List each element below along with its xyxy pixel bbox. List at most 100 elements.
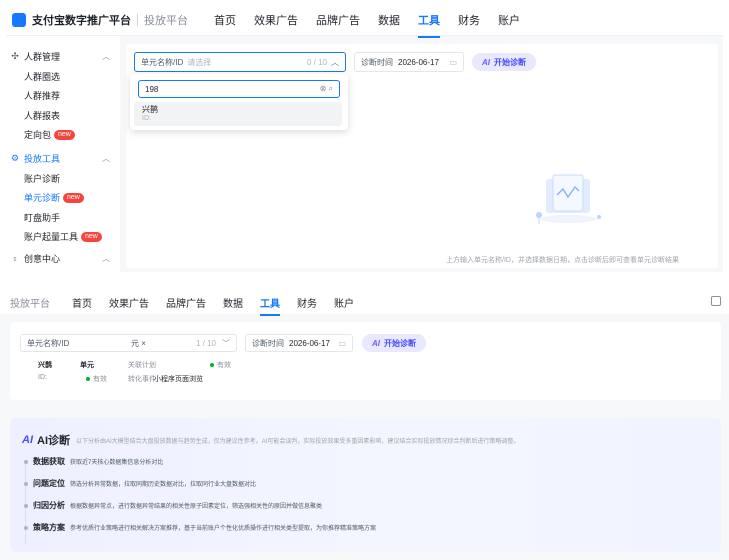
nav-home[interactable]: 首页 xyxy=(72,295,92,310)
step-name: 问题定位 xyxy=(33,479,65,488)
calendar-icon: ▭ xyxy=(338,338,346,348)
new-badge: new xyxy=(63,192,84,203)
diagnosis-panel: 单元名称/ID 请选择 0 / 10 ︿ 诊断时间 2026-06-17 ▭ A… xyxy=(126,44,718,268)
chevron-up-icon: ︿ xyxy=(331,57,339,67)
step-bullet-icon xyxy=(24,525,28,530)
sidebar-group-label: 投放工具 xyxy=(24,154,61,164)
nav-brand-ads[interactable]: 品牌广告 xyxy=(166,295,206,310)
new-badge: new xyxy=(54,129,75,140)
option-name: 兴鹊 xyxy=(142,105,158,114)
dropdown-option[interactable]: 兴鹊 ID: xyxy=(134,102,342,126)
chevron-up-icon: ︿ xyxy=(102,254,110,263)
unit-select[interactable]: 单元名称/ID 请选择 0 / 10 ︿ xyxy=(134,52,346,72)
nav-finance[interactable]: 财务 xyxy=(297,295,317,310)
empty-state-hint: 上方输入单元名称/ID，并选择数据日期，点击诊断后即可查看单元诊断结果 xyxy=(446,257,679,264)
message-icon[interactable] xyxy=(711,296,721,306)
unit-name: 兴鹊 xyxy=(38,362,52,369)
tools-icon: ⚙ xyxy=(10,153,20,163)
sidebar-group-creative[interactable]: ♀ 创意中心 ︿ xyxy=(10,252,110,265)
empty-state-illustration-icon xyxy=(536,174,601,224)
unit-select[interactable]: 单元名称/ID 元 × 1 / 10 ﹀ xyxy=(20,334,237,352)
sidebar-item-audience-select[interactable]: 人群圈选 xyxy=(24,70,60,83)
step-name: 数据获取 xyxy=(33,457,65,466)
sidebar-group-audience[interactable]: ✣ 人群管理 ︿ xyxy=(10,50,110,63)
sidebar-item-label: 定向包 xyxy=(24,130,52,140)
unit-select-placeholder: 请选择 xyxy=(187,57,212,67)
nav-account[interactable]: 账户 xyxy=(334,295,354,310)
nav-tools[interactable]: 工具 xyxy=(418,12,440,38)
sidebar-item-targeting-pack[interactable]: 定向包 new xyxy=(24,128,75,141)
step-name: 策略方案 xyxy=(33,523,65,532)
sidebar-item-label: 账户起量工具 xyxy=(24,232,79,242)
chevron-up-icon: ︿ xyxy=(102,154,110,163)
selected-unit-tag[interactable]: 元 × xyxy=(131,338,146,349)
ai-step: 策略方案 参考优质行业策略进行相关解决方案推荐，基于当前账户个性化优质操作进行相… xyxy=(24,522,376,533)
chevron-up-icon: ︿ xyxy=(102,52,110,61)
unit-dropdown: 198 ⊗ ⌕ 兴鹊 ID: xyxy=(130,74,348,130)
step-bullet-icon xyxy=(24,481,28,486)
new-badge: new xyxy=(81,231,102,242)
unit-id: ID: xyxy=(38,374,47,381)
step-name: 归因分析 xyxy=(33,501,65,510)
sidebar-item-label: 单元诊断 xyxy=(24,193,61,203)
conversion-value: 小程序页面浏览 xyxy=(154,376,203,383)
sidebar-item-label: 盯盘助手 xyxy=(24,213,61,223)
nav-finance[interactable]: 财务 xyxy=(458,12,480,28)
sidebar-item-audience-recommend[interactable]: 人群推荐 xyxy=(24,89,60,102)
sidebar-item-label: 人群报表 xyxy=(24,111,61,121)
step-desc: 筛选分析异常数据，拉取同期历史数据对比，拉取同行业大盘数据对比 xyxy=(70,482,257,488)
diagnosis-panel: 单元名称/ID 元 × 1 / 10 ﹀ 诊断时间 2026-06-17 ▭ A… xyxy=(10,322,721,400)
nav-account[interactable]: 账户 xyxy=(498,12,520,28)
sidebar-group-tools[interactable]: ⚙ 投放工具 ︿ xyxy=(10,152,110,165)
conversion-label: 转化事件 xyxy=(128,376,156,383)
dropdown-search-input[interactable]: 198 ⊗ ⌕ xyxy=(138,80,340,98)
sidebar-item-unit-diagnosis[interactable]: 单元诊断 new xyxy=(24,191,84,204)
brand-logo-icon xyxy=(12,12,26,27)
start-diagnosis-label: 开始诊断 xyxy=(494,57,526,67)
ai-diagnosis-desc: 以下分析由AI大模型结合大盘投放数据与趋势生成，仅为建议性参考。AI可能会误判，… xyxy=(76,439,520,445)
audience-icon: ✣ xyxy=(11,51,19,61)
start-diagnosis-label: 开始诊断 xyxy=(384,338,416,348)
start-diagnosis-button[interactable]: AI 开始诊断 xyxy=(362,334,426,352)
option-id: ID: xyxy=(142,115,151,122)
nav-performance-ads[interactable]: 效果广告 xyxy=(254,12,298,28)
date-picker[interactable]: 诊断时间 2026-06-17 ▭ xyxy=(245,334,353,352)
top-nav: 投放平台 首页 效果广告 品牌广告 数据 工具 财务 账户 xyxy=(0,290,729,316)
date-value: 2026-06-17 xyxy=(289,338,330,348)
step-desc: 根据数据异常点，进行数据异常结果的相关性原子因素定位，筛选强相关性的原因并做信息… xyxy=(70,504,323,510)
ai-step: 数据获取 获取近7天核心数据集信息分析对比 xyxy=(24,456,163,467)
nav-data[interactable]: 数据 xyxy=(223,295,243,310)
nav-home[interactable]: 首页 xyxy=(214,12,236,28)
sidebar-item-audience-report[interactable]: 人群报表 xyxy=(24,109,60,122)
sidebar-item-volume-tool[interactable]: 账户起量工具 new xyxy=(24,230,102,243)
screenshot-after: 投放平台 首页 效果广告 品牌广告 数据 工具 财务 账户 单元名称/ID 元 … xyxy=(0,290,729,560)
date-value: 2026-06-17 xyxy=(398,57,439,67)
ai-step: 问题定位 筛选分析异常数据，拉取同期历史数据对比，拉取同行业大盘数据对比 xyxy=(24,478,256,489)
ai-diagnosis-card: AI AI诊断 以下分析由AI大模型结合大盘投放数据与趋势生成，仅为建议性参考。… xyxy=(10,418,721,552)
nav-brand-ads[interactable]: 品牌广告 xyxy=(316,12,360,28)
sidebar-item-account-diagnosis[interactable]: 账户诊断 xyxy=(24,172,60,185)
platform-label: 投放平台 xyxy=(144,14,188,27)
dropdown-search-value: 198 xyxy=(145,84,159,94)
nav-tools[interactable]: 工具 xyxy=(260,295,280,316)
brand-name: 支付宝数字推广平台 xyxy=(32,14,131,27)
date-picker[interactable]: 诊断时间 2026-06-17 ▭ xyxy=(354,52,464,72)
start-diagnosis-button[interactable]: AI 开始诊断 xyxy=(472,53,536,71)
platform-label: 投放平台 xyxy=(10,298,50,310)
status-dot-icon xyxy=(210,363,214,368)
unit-select-count: 1 / 10 xyxy=(195,338,216,348)
search-icon: ⊗ ⌕ xyxy=(319,84,333,93)
sidebar-item-label: 人群推荐 xyxy=(24,91,61,101)
date-label: 诊断时间 xyxy=(361,57,393,67)
step-desc: 获取近7天核心数据集信息分析对比 xyxy=(70,460,164,466)
step-bullet-icon xyxy=(24,503,28,508)
nav-performance-ads[interactable]: 效果广告 xyxy=(109,295,149,310)
unit-info-row: 兴鹊 ID: 单元 有效 关联计划 有效 转化事件 小程序页面浏览 xyxy=(20,360,320,390)
nav-data[interactable]: 数据 xyxy=(378,12,400,28)
calendar-icon: ▭ xyxy=(449,57,457,67)
sidebar-item-monitor-assistant[interactable]: 盯盘助手 xyxy=(24,211,60,224)
date-label: 诊断时间 xyxy=(252,338,284,348)
step-bullet-icon xyxy=(24,459,28,464)
unit-select-count: 0 / 10 xyxy=(306,57,327,67)
unit-col-header: 单元 xyxy=(80,362,94,369)
